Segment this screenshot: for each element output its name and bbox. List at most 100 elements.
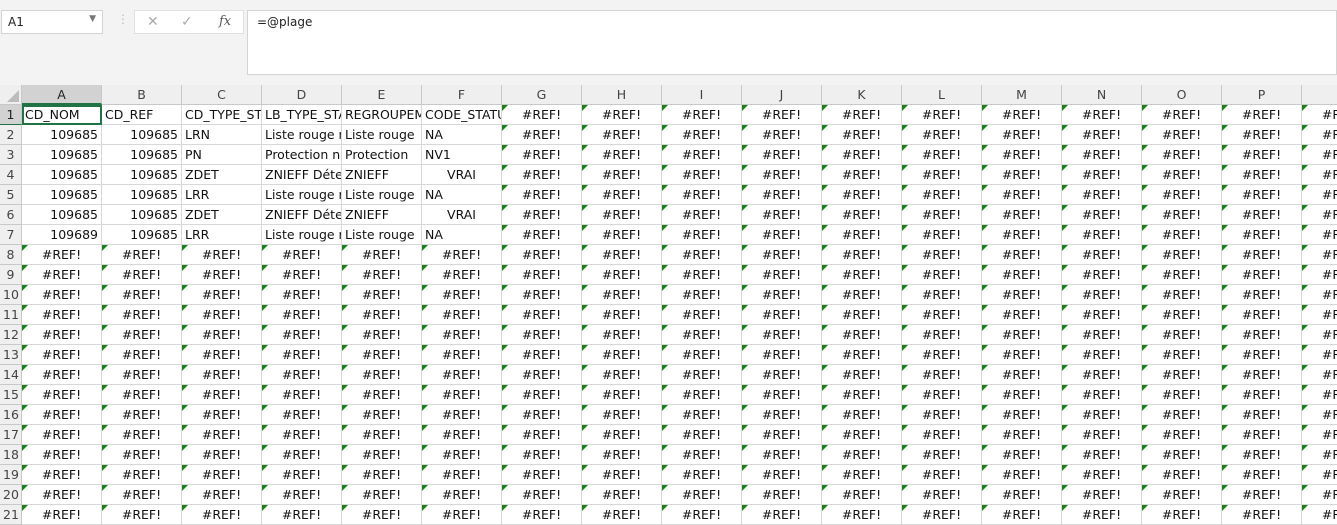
cell-A16[interactable]: #REF! (22, 405, 102, 425)
cell-P3[interactable]: #REF! (1222, 145, 1302, 165)
cell-J3[interactable]: #REF! (742, 145, 822, 165)
cell-A13[interactable]: #REF! (22, 345, 102, 365)
cell-C11[interactable]: #REF! (182, 305, 262, 325)
cell-G16[interactable]: #REF! (502, 405, 582, 425)
cell-D21[interactable]: #REF! (262, 505, 342, 525)
cell-F11[interactable]: #REF! (422, 305, 502, 325)
cell-L18[interactable]: #REF! (902, 445, 982, 465)
cell-G20[interactable]: #REF! (502, 485, 582, 505)
cell-M13[interactable]: #REF! (982, 345, 1062, 365)
cell-A15[interactable]: #REF! (22, 385, 102, 405)
cell-Q19[interactable]: #REF! (1302, 465, 1337, 485)
cell-Q12[interactable]: #REF! (1302, 325, 1337, 345)
cell-A12[interactable]: #REF! (22, 325, 102, 345)
cell-F19[interactable]: #REF! (422, 465, 502, 485)
select-all-button[interactable] (0, 85, 22, 105)
cell-K7[interactable]: #REF! (822, 225, 902, 245)
cell-L15[interactable]: #REF! (902, 385, 982, 405)
cell-M16[interactable]: #REF! (982, 405, 1062, 425)
cell-Q8[interactable]: #REF! (1302, 245, 1337, 265)
cell-L4[interactable]: #REF! (902, 165, 982, 185)
cell-L13[interactable]: #REF! (902, 345, 982, 365)
column-header-q[interactable] (1302, 85, 1337, 105)
cell-K21[interactable]: #REF! (822, 505, 902, 525)
row-header-5[interactable]: 5 (0, 185, 22, 205)
cell-G21[interactable]: #REF! (502, 505, 582, 525)
cell-K4[interactable]: #REF! (822, 165, 902, 185)
cell-M7[interactable]: #REF! (982, 225, 1062, 245)
cell-D6[interactable]: ZNIEFF Déterminantes (262, 205, 342, 225)
cell-Q13[interactable]: #REF! (1302, 345, 1337, 365)
cell-E5[interactable]: Liste rouge (342, 185, 422, 205)
cell-Q21[interactable]: #REF! (1302, 505, 1337, 525)
cell-F21[interactable]: #REF! (422, 505, 502, 525)
cell-D3[interactable]: Protection nationale (262, 145, 342, 165)
cell-C12[interactable]: #REF! (182, 325, 262, 345)
column-header-b[interactable]: B (102, 85, 182, 105)
cell-H17[interactable]: #REF! (582, 425, 662, 445)
cell-L17[interactable]: #REF! (902, 425, 982, 445)
cell-D4[interactable]: ZNIEFF Déterminantes (262, 165, 342, 185)
column-header-f[interactable]: F (422, 85, 502, 105)
cell-N18[interactable]: #REF! (1062, 445, 1142, 465)
row-header-16[interactable]: 16 (0, 405, 22, 425)
cell-O8[interactable]: #REF! (1142, 245, 1222, 265)
cell-J21[interactable]: #REF! (742, 505, 822, 525)
cell-Q5[interactable]: #REF! (1302, 185, 1337, 205)
cell-F17[interactable]: #REF! (422, 425, 502, 445)
cell-O10[interactable]: #REF! (1142, 285, 1222, 305)
cell-B3[interactable]: 109685 (102, 145, 182, 165)
cell-M19[interactable]: #REF! (982, 465, 1062, 485)
cell-D18[interactable]: #REF! (262, 445, 342, 465)
cell-H7[interactable]: #REF! (582, 225, 662, 245)
cell-P20[interactable]: #REF! (1222, 485, 1302, 505)
cell-O1[interactable]: #REF! (1142, 105, 1222, 125)
check-icon[interactable]: ✓ (181, 14, 193, 30)
cell-H11[interactable]: #REF! (582, 305, 662, 325)
cell-B21[interactable]: #REF! (102, 505, 182, 525)
cell-J5[interactable]: #REF! (742, 185, 822, 205)
fx-icon[interactable]: fx (219, 14, 231, 29)
cell-O7[interactable]: #REF! (1142, 225, 1222, 245)
cell-E21[interactable]: #REF! (342, 505, 422, 525)
cell-Q4[interactable]: #REF! (1302, 165, 1337, 185)
cell-H1[interactable]: #REF! (582, 105, 662, 125)
cell-E1[interactable]: REGROUPEMENT (342, 105, 422, 125)
cell-D14[interactable]: #REF! (262, 365, 342, 385)
cell-A7[interactable]: 109689 (22, 225, 102, 245)
cell-H2[interactable]: #REF! (582, 125, 662, 145)
cell-C21[interactable]: #REF! (182, 505, 262, 525)
cell-I9[interactable]: #REF! (662, 265, 742, 285)
cell-P6[interactable]: #REF! (1222, 205, 1302, 225)
cell-C10[interactable]: #REF! (182, 285, 262, 305)
cell-J13[interactable]: #REF! (742, 345, 822, 365)
cell-E10[interactable]: #REF! (342, 285, 422, 305)
cell-K9[interactable]: #REF! (822, 265, 902, 285)
cell-I1[interactable]: #REF! (662, 105, 742, 125)
cell-O11[interactable]: #REF! (1142, 305, 1222, 325)
cell-H20[interactable]: #REF! (582, 485, 662, 505)
cell-A19[interactable]: #REF! (22, 465, 102, 485)
cell-N15[interactable]: #REF! (1062, 385, 1142, 405)
cell-P1[interactable]: #REF! (1222, 105, 1302, 125)
cell-N8[interactable]: #REF! (1062, 245, 1142, 265)
cell-G11[interactable]: #REF! (502, 305, 582, 325)
cell-J2[interactable]: #REF! (742, 125, 822, 145)
cell-P8[interactable]: #REF! (1222, 245, 1302, 265)
column-header-g[interactable]: G (502, 85, 582, 105)
cell-M17[interactable]: #REF! (982, 425, 1062, 445)
column-header-p[interactable]: P (1222, 85, 1302, 105)
cell-I21[interactable]: #REF! (662, 505, 742, 525)
column-header-o[interactable]: O (1142, 85, 1222, 105)
cell-K3[interactable]: #REF! (822, 145, 902, 165)
cell-F4[interactable]: VRAI (422, 165, 502, 185)
cell-B19[interactable]: #REF! (102, 465, 182, 485)
cell-L3[interactable]: #REF! (902, 145, 982, 165)
cell-N12[interactable]: #REF! (1062, 325, 1142, 345)
cell-E15[interactable]: #REF! (342, 385, 422, 405)
cell-J7[interactable]: #REF! (742, 225, 822, 245)
cell-M21[interactable]: #REF! (982, 505, 1062, 525)
cell-J15[interactable]: #REF! (742, 385, 822, 405)
cell-M1[interactable]: #REF! (982, 105, 1062, 125)
cell-C7[interactable]: LRR (182, 225, 262, 245)
